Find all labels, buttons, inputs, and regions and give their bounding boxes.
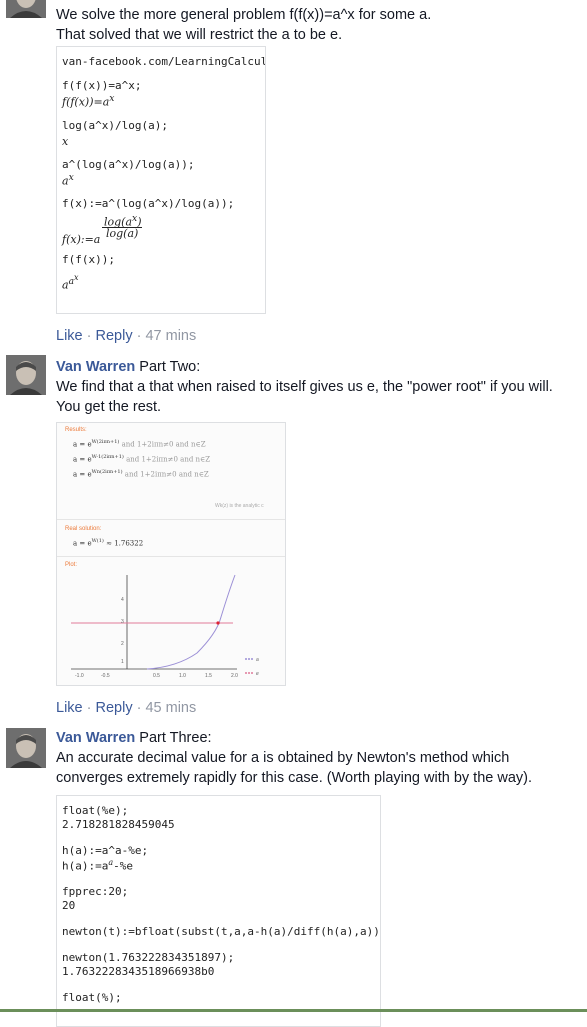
- code-input: f(f(x))=a^x;: [62, 79, 142, 92]
- comment-line: We solve the more general problem f(f(x)…: [56, 7, 432, 23]
- comment-line: converges extremely rapidly for this cas…: [56, 770, 533, 786]
- comment-title: Part Two:: [135, 359, 201, 375]
- code-header: van-facebook.com/LearningCalculus$: [62, 55, 266, 68]
- comment-line: We find that a that when raised to itsel…: [56, 379, 553, 395]
- code-input: log(a^x)/log(a);: [62, 118, 168, 132]
- code-input: newton(1.763222834351897);: [62, 950, 235, 964]
- avatar[interactable]: [6, 728, 46, 768]
- x-tick-label: 0.5: [153, 673, 160, 679]
- code-output-fraction: log(ax) log(a) f(x):=a: [62, 213, 142, 247]
- avatar[interactable]: [6, 355, 46, 395]
- comment-title: Part Three:: [135, 730, 212, 746]
- like-link[interactable]: Like: [56, 328, 83, 344]
- code-output: 2.718281828459045: [62, 818, 175, 831]
- code-input: fpprec:20;: [62, 884, 129, 898]
- code-input: h(a):=a^a-%e;: [62, 844, 149, 857]
- comment-line: You get the rest.: [56, 399, 162, 415]
- code-output: 20: [62, 898, 76, 912]
- code-input: float(%);: [62, 990, 122, 1004]
- x-tick-label: 1.0: [179, 673, 186, 679]
- code-input: newton(t):=bfloat(subst(t,a,a-h(a)/diff(…: [62, 924, 381, 938]
- code-output: f(f(x))=ax: [62, 93, 115, 109]
- code-output: h(a):=aa-%e: [62, 858, 134, 873]
- code-output: ax: [62, 171, 74, 188]
- code-output: x: [62, 134, 69, 148]
- comment-line: An accurate decimal value for a is obtai…: [56, 750, 510, 766]
- code-image[interactable]: van-facebook.com/LearningCalculus$ f(f(x…: [56, 46, 266, 314]
- comment-text: Van Warren Part Two: We find that a that…: [56, 357, 553, 417]
- comment-text: Van Warren Part Three: An accurate decim…: [56, 728, 532, 788]
- comment-line: That solved that we will restrict the a …: [56, 27, 343, 43]
- plot: -1.0 -0.5 0.5 1.0 1.5 2.0 4 3 2 1 a e: [71, 574, 259, 679]
- author-link[interactable]: Van Warren: [56, 730, 135, 746]
- x-tick-label: -0.5: [101, 673, 110, 679]
- code-output: aax: [62, 273, 79, 293]
- legend-e: e: [256, 671, 259, 677]
- timestamp[interactable]: 45 mins: [145, 700, 196, 716]
- wolfram-image[interactable]: Results: a = eW(2iπn+1) and 1+2iπn≠0 and…: [56, 422, 286, 686]
- reply-link[interactable]: Reply: [96, 700, 133, 716]
- code-input: f(x):=a^(log(a^x)/log(a));: [62, 197, 235, 211]
- comment-actions: Like · Reply · 47 mins: [56, 328, 197, 344]
- code-output: 1.7632228343518966938b0: [62, 964, 215, 978]
- y-tick-label: 3: [121, 619, 124, 625]
- y-tick-label: 2: [121, 641, 124, 647]
- x-tick-label: 2.0: [231, 673, 238, 679]
- y-tick-label: 4: [121, 597, 124, 603]
- y-tick-label: 1: [121, 659, 124, 665]
- comment-text: We solve the more general problem f(f(x)…: [56, 5, 431, 45]
- x-tick-label: 1.5: [205, 673, 212, 679]
- reply-link[interactable]: Reply: [96, 328, 133, 344]
- code-image[interactable]: float(%e); 2.718281828459045 h(a):=a^a-%…: [56, 795, 381, 1027]
- avatar[interactable]: [6, 0, 46, 18]
- code-input: float(%e);: [62, 804, 129, 817]
- timestamp[interactable]: 47 mins: [145, 328, 196, 344]
- x-tick-label: -1.0: [75, 673, 84, 679]
- author-link[interactable]: Van Warren: [56, 359, 135, 375]
- comment-actions: Like · Reply · 45 mins: [56, 700, 197, 716]
- legend-a: a: [256, 657, 259, 663]
- code-input: f(f(x));: [62, 253, 115, 267]
- code-input: a^(log(a^x)/log(a));: [62, 157, 195, 171]
- like-link[interactable]: Like: [56, 700, 83, 716]
